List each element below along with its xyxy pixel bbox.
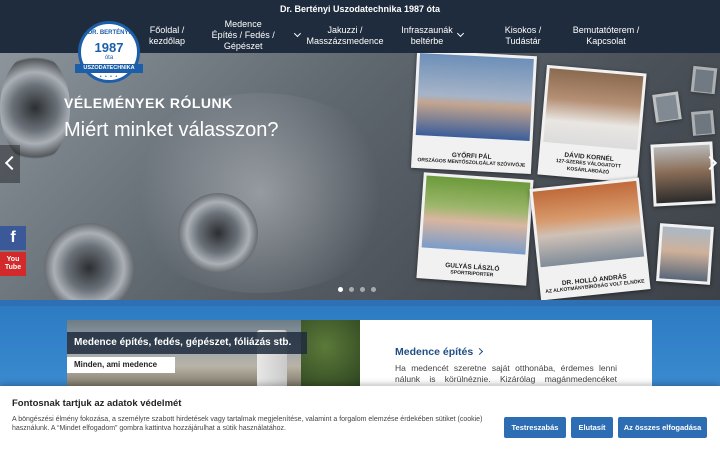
chevron-right-icon [702, 155, 718, 171]
nav-item-label: kezdőlap [148, 35, 186, 46]
nav-item-label: Építés / Fedés / Gépészet [211, 30, 275, 51]
slider-dot[interactable] [371, 287, 376, 292]
testimonial-card-faded [690, 65, 718, 95]
person-photo [693, 69, 714, 93]
slider-pagination [338, 287, 376, 292]
nav-item-label: Főoldal / [149, 24, 185, 35]
testimonial-card-faded [690, 110, 716, 136]
pool-jet-image [44, 223, 134, 300]
hero-slider: VÉLEMÉNYEK RÓLUNK Miért minket válasszon… [0, 53, 720, 300]
service-image-panel[interactable]: Medence építés, fedés, gépészet, fóliázá… [67, 320, 360, 386]
slider-next-button[interactable] [702, 145, 720, 183]
nav-item-label: Bemutatóterem / [572, 24, 640, 35]
chevron-down-icon [456, 29, 464, 38]
testimonial-card[interactable]: DR. HOLLÓ ANDRÁS AZ ALKOTMÁNYBÍRÓSÁG VOLT… [529, 177, 651, 300]
testimonial-card-small [656, 223, 714, 285]
youtube-label: Tube [4, 264, 22, 271]
nav-item-jacuzzi[interactable]: Jakuzzi / Masszázsmedence [304, 18, 386, 53]
youtube-icon[interactable]: You Tube [0, 252, 26, 276]
nav-item-label: beltérbe [410, 35, 444, 46]
nav-item-pool[interactable]: Medence Építés / Fedés / Gépészet [196, 18, 302, 53]
cookie-customize-button[interactable]: Testreszabás [504, 417, 566, 438]
services-section: Medence építés, fedés, gépészet, fóliázá… [0, 306, 720, 395]
person-photo [694, 113, 712, 135]
testimonial-card[interactable]: GYŐRFI PÁL ORSZÁGOS MENTŐSZOLGÁLAT SZÓVIV… [410, 53, 538, 175]
nav-item-label: Infraszaunák [401, 24, 453, 35]
logo-ribbon: USZODATECHNIKA [75, 64, 143, 73]
testimonial-caption: DÁVID KORNÉL 127-SZERES VÁLOGATOTT KOSÁRL… [538, 150, 639, 180]
cookie-title: Fontosnak tartjuk az adatok védelmét [12, 398, 182, 409]
service-image-title: Medence építés, fedés, gépészet, fóliázá… [67, 332, 307, 354]
testimonial-card[interactable]: DÁVID KORNÉL 127-SZERES VÁLOGATOTT KOSÁRL… [537, 64, 647, 184]
person-photo [655, 94, 679, 122]
logo-dots: • • • • [99, 74, 119, 80]
nav-item-knowledge[interactable]: Kisokos / Tudástár [494, 18, 552, 53]
logo-arc-text: DR. BERTÉNYI [87, 30, 131, 36]
person-photo [415, 53, 534, 141]
slider-prev-button[interactable] [0, 145, 20, 183]
main-navigation: DR. BERTÉNYI 1987 óta USZODATECHNIKA • •… [0, 18, 720, 83]
nav-item-infrasauna[interactable]: Infraszaunák beltérbe [392, 18, 472, 53]
testimonial-role: 127-SZERES VÁLOGATOTT KOSÁRLABDÁZÓ [555, 158, 622, 176]
logo-since: óta [104, 55, 114, 61]
youtube-label: You [6, 256, 20, 263]
slider-dot[interactable] [338, 287, 343, 292]
cookie-accept-all-button[interactable]: Az összes elfogadása [618, 417, 707, 438]
facebook-icon[interactable]: f [0, 226, 26, 250]
hero-kicker: VÉLEMÉNYEK RÓLUNK [64, 95, 233, 111]
cookie-description: A böngészési élmény fokozása, a személyr… [12, 416, 483, 432]
nav-item-label: Tudástár [505, 35, 541, 46]
testimonial-caption: DR. HOLLÓ ANDRÁS AZ ALKOTMÁNYBÍRÓSÁG VOLT… [539, 271, 650, 296]
testimonial-caption: GULYÁS LÁSZLÓ SPORTRIPORTER [417, 260, 528, 282]
testimonial-card-faded [652, 91, 682, 123]
testimonial-caption: GYŐRFI PÁL ORSZÁGOS MENTŐSZOLGÁLAT SZÓVIV… [411, 150, 532, 170]
person-photo [421, 175, 531, 255]
site-logo[interactable]: DR. BERTÉNYI 1987 óta USZODATECHNIKA • •… [75, 21, 143, 83]
pool-jet-image [178, 193, 258, 273]
hero-headline: Miért minket válasszon? [64, 119, 279, 141]
service-heading: Medence építés [395, 346, 474, 358]
nav-item-label: Medence [224, 19, 262, 29]
nav-item-label: Masszázsmedence [306, 35, 384, 46]
person-photo [659, 226, 711, 282]
nav-item-showroom[interactable]: Bemutatóterem / Kapcsolat [564, 18, 648, 53]
person-photo [543, 68, 644, 151]
cookie-reject-button[interactable]: Elutasít [571, 417, 613, 438]
nav-item-home[interactable]: Főoldal / kezdőlap [144, 18, 190, 53]
testimonial-card[interactable]: GULYÁS LÁSZLÓ SPORTRIPORTER [416, 172, 534, 286]
nav-item-label: Kapcsolat [586, 35, 626, 46]
chevron-left-icon [4, 155, 20, 171]
person-photo [532, 180, 645, 268]
nav-item-label: Jakuzzi / [327, 24, 363, 35]
nav-item-label: Kisokos / [504, 24, 542, 35]
slider-dot[interactable] [349, 287, 354, 292]
cookie-consent-banner: Fontosnak tartjuk az adatok védelmét A b… [0, 386, 720, 450]
tree-image [301, 320, 360, 386]
chevron-down-icon [294, 30, 302, 37]
slider-dot[interactable] [360, 287, 365, 292]
service-image-subtitle: Minden, ami medence [67, 357, 175, 373]
chevron-right-icon [476, 347, 484, 356]
top-announcement-bar: Dr. Bertényi Uszodatechnika 1987 óta [0, 0, 720, 18]
logo-year: 1987 [94, 40, 124, 55]
service-text-panel: Medence építés Ha medencét szeretne sajá… [360, 320, 652, 395]
service-heading-link[interactable]: Medence építés [395, 346, 617, 358]
